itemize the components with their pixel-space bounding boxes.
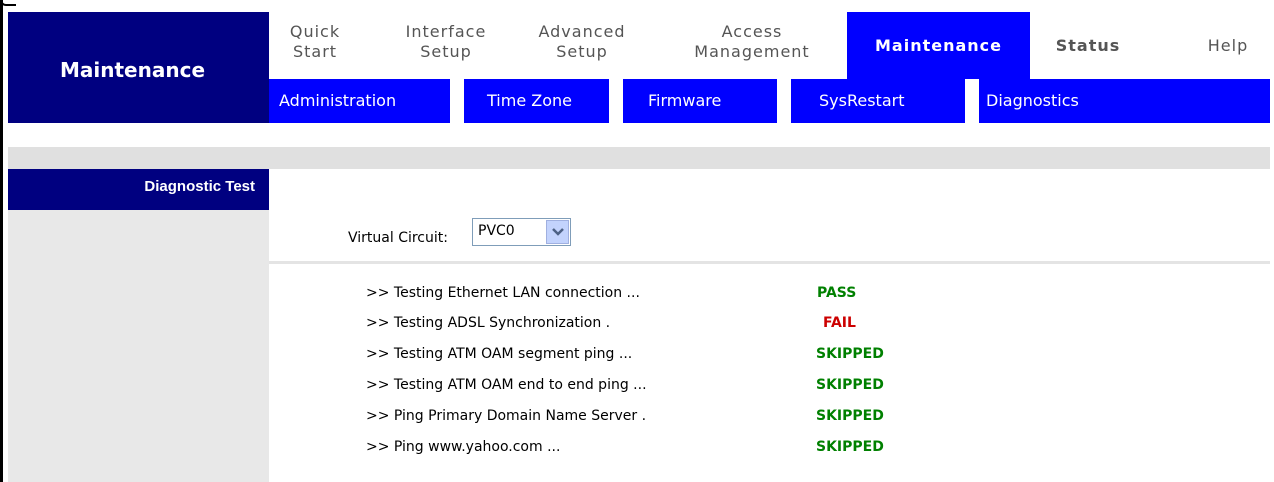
test-description: >> Ping Primary Domain Name Server . (366, 408, 647, 424)
subnav-diagnostics[interactable]: Diagnostics (986, 79, 1079, 123)
tab-advanced-setup[interactable]: Advanced Setup (527, 12, 637, 79)
test-result: SKIPPED (816, 439, 884, 455)
tab-label: Management (694, 42, 810, 61)
page-title-text: Maintenance (60, 58, 206, 82)
diagnostics-content: Virtual Circuit: PVC0 >> Testing Etherne… (269, 169, 1270, 482)
tab-label: Setup (556, 42, 608, 61)
virtual-circuit-select[interactable]: PVC0 (472, 218, 571, 246)
side-heading-text: Diagnostic Test (144, 178, 255, 195)
test-description: >> Testing ATM OAM end to end ping ... (366, 377, 647, 393)
subnav-separator (777, 79, 791, 123)
side-heading: Diagnostic Test (8, 169, 269, 210)
tab-label: Maintenance (874, 36, 1002, 55)
subnav-separator (609, 79, 623, 123)
subnav-sysrestart[interactable]: SysRestart (819, 79, 904, 123)
test-result: SKIPPED (816, 377, 884, 393)
tab-label: Start (292, 42, 338, 61)
tab-label: Advanced (538, 22, 626, 41)
section-divider-bar (8, 147, 1270, 169)
tab-label: Help (1207, 36, 1249, 55)
subnav-administration[interactable]: Administration (279, 79, 396, 123)
subnav-separator (965, 79, 979, 123)
tab-label: Quick (289, 22, 341, 41)
test-description: >> Testing Ethernet LAN connection ... (366, 285, 640, 301)
tab-label: Setup (420, 42, 472, 61)
tab-maintenance[interactable]: Maintenance (847, 12, 1030, 79)
horizontal-rule (269, 261, 1270, 264)
subnav-time-zone[interactable]: Time Zone (487, 79, 572, 123)
test-description: >> Ping www.yahoo.com ... (366, 439, 561, 455)
subnav-separator (450, 79, 464, 123)
main-tabs: Quick Start Interface Setup Advanced Setup … (269, 12, 1270, 79)
tab-interface-setup[interactable]: Interface Setup (391, 12, 501, 79)
test-result: FAIL (823, 315, 856, 331)
window-left-border (0, 0, 3, 482)
test-result: PASS (817, 285, 857, 301)
tab-label: Access (721, 22, 783, 41)
sub-navigation: Administration Time Zone Firmware SysRes… (269, 79, 1270, 123)
chevron-down-icon[interactable] (546, 220, 569, 244)
tab-quick-start[interactable]: Quick Start (279, 12, 351, 79)
side-panel: Diagnostic Test (8, 169, 269, 482)
test-result: SKIPPED (816, 346, 884, 362)
virtual-circuit-label: Virtual Circuit: (348, 230, 448, 246)
subnav-firmware[interactable]: Firmware (648, 79, 721, 123)
tab-label: Interface (405, 22, 487, 41)
tab-status[interactable]: Status (1030, 12, 1146, 79)
tab-access-management[interactable]: Access Management (677, 12, 827, 79)
test-description: >> Testing ATM OAM segment ping ... (366, 346, 633, 362)
router-admin-page: Maintenance Quick Start Interface Setup Ad… (8, 12, 1270, 482)
tab-help[interactable]: Help (1186, 12, 1270, 79)
page-title: Maintenance (8, 12, 269, 124)
virtual-circuit-value: PVC0 (478, 223, 515, 239)
window-corner-mark (0, 0, 16, 6)
tab-label: Status (1055, 36, 1121, 55)
test-description: >> Testing ADSL Synchronization . (366, 315, 611, 331)
test-result: SKIPPED (816, 408, 884, 424)
